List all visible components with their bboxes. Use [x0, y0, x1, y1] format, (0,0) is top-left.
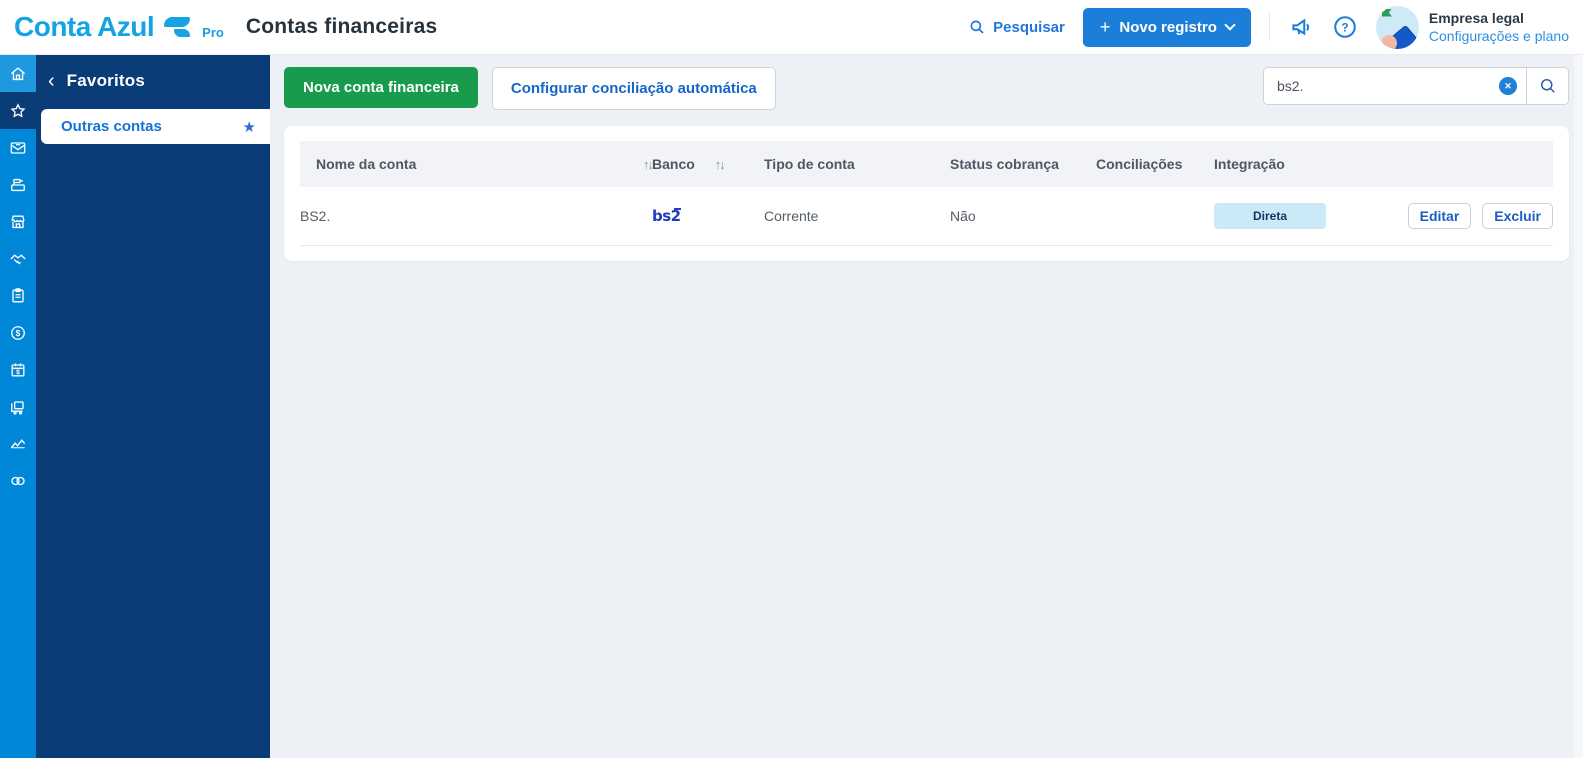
favorite-item-label: Outras contas: [61, 118, 162, 135]
sort-icon[interactable]: ↑↓: [643, 157, 652, 172]
main-content: Nova conta financeira Configurar concili…: [270, 55, 1583, 758]
new-record-button[interactable]: + Novo registro: [1083, 8, 1251, 47]
inventory-icon: [8, 397, 28, 417]
sidebar-item-inventory[interactable]: [0, 388, 36, 425]
chevron-left-icon: ‹: [48, 73, 55, 89]
page-title: Contas financeiras: [246, 15, 438, 39]
column-header-tipo: Tipo de conta: [764, 141, 950, 187]
contaazul-logo[interactable]: Conta Azul Pro: [14, 11, 224, 43]
actions-toolbar: Nova conta financeira Configurar concili…: [284, 67, 1569, 110]
sidebar-item-store[interactable]: [0, 203, 36, 240]
star-filled-icon[interactable]: ★: [243, 118, 256, 136]
megaphone-icon: [1288, 14, 1314, 40]
column-header-status: Status cobrança: [950, 141, 1096, 187]
conciliations-cell: [1096, 200, 1214, 232]
plus-icon: +: [1100, 20, 1111, 34]
money-icon: $: [8, 323, 28, 343]
favorites-title: Favoritos: [67, 71, 145, 91]
reports-icon: [8, 434, 28, 454]
handshake-icon: [8, 249, 28, 269]
store-icon: [8, 212, 28, 232]
sidebar-icon-rail: $ $: [0, 55, 36, 758]
integration-badge: Direta: [1214, 203, 1326, 229]
svg-text:$: $: [16, 369, 20, 376]
clear-search-button[interactable]: ✕: [1499, 77, 1517, 95]
global-search-button[interactable]: Pesquisar: [968, 18, 1065, 36]
chevron-down-icon: [1224, 19, 1235, 30]
divider: [1269, 13, 1270, 41]
sidebar-item-notes[interactable]: [0, 277, 36, 314]
logo-wordmark: Conta Azul: [14, 11, 154, 43]
sidebar-item-favorites[interactable]: [0, 92, 36, 129]
account-type-cell: Corrente: [764, 192, 950, 240]
favorites-back[interactable]: ‹ Favoritos: [36, 55, 270, 103]
top-bar: Conta Azul Pro Contas financeiras Pesqui…: [0, 0, 1583, 55]
sidebar-item-reports[interactable]: [0, 425, 36, 462]
announcements-button[interactable]: [1288, 14, 1314, 40]
new-record-label: Novo registro: [1119, 19, 1217, 36]
accounts-table-card: Nome da conta ↑↓ Banco ↑↓ Tipo de conta …: [284, 126, 1569, 261]
sidebar-item-outras-contas[interactable]: Outras contas ★: [41, 109, 270, 144]
favorites-panel: ‹ Favoritos Outras contas ★: [36, 55, 270, 758]
column-header-integracao: Integração: [1214, 141, 1372, 187]
sidebar-item-cash-register[interactable]: [0, 166, 36, 203]
star-icon: [8, 101, 28, 121]
sidebar-item-integrations[interactable]: [0, 462, 36, 499]
avatar: [1376, 6, 1419, 49]
clear-icon: ✕: [1504, 81, 1512, 91]
billing-status-cell: Não: [950, 192, 1096, 240]
column-header-conciliacoes: Conciliações: [1096, 141, 1214, 187]
account-name-cell: BS2.: [300, 192, 652, 240]
sidebar-item-inbox[interactable]: [0, 129, 36, 166]
configure-reconciliation-button[interactable]: Configurar conciliação automática: [492, 67, 776, 110]
sidebar-item-home[interactable]: [0, 55, 36, 92]
clipboard-icon: [8, 286, 28, 306]
edit-button[interactable]: Editar: [1408, 203, 1472, 229]
search-submit-button[interactable]: [1526, 68, 1568, 104]
settings-plan-link[interactable]: Configurações e plano: [1429, 27, 1569, 45]
pro-badge: Pro: [202, 25, 224, 40]
sidebar-item-money[interactable]: $: [0, 314, 36, 351]
table-header-row: Nome da conta ↑↓ Banco ↑↓ Tipo de conta …: [300, 141, 1553, 187]
sidebar-item-partners[interactable]: [0, 240, 36, 277]
contaazul-leaf-icon: [164, 17, 190, 37]
bs2-bank-logo: bs2: [652, 207, 681, 225]
search-input[interactable]: [1264, 68, 1526, 104]
link-icon: [8, 471, 28, 491]
home-icon: [8, 64, 28, 84]
cash-register-icon: [8, 175, 28, 195]
global-search-label: Pesquisar: [993, 19, 1065, 36]
help-button[interactable]: ?: [1332, 14, 1358, 40]
delete-button[interactable]: Excluir: [1482, 203, 1553, 229]
account-menu[interactable]: Empresa legal Configurações e plano: [1376, 6, 1569, 49]
column-header-banco: Banco: [652, 156, 695, 172]
sidebar-item-billing[interactable]: $: [0, 351, 36, 388]
sort-icon[interactable]: ↑↓: [715, 157, 724, 172]
vertical-scrollbar[interactable]: [1574, 55, 1583, 758]
billing-calendar-icon: $: [8, 360, 28, 380]
company-name: Empresa legal: [1429, 9, 1569, 27]
svg-text:$: $: [16, 327, 21, 337]
search-icon: [1538, 76, 1558, 96]
svg-text:?: ?: [1341, 20, 1348, 34]
inbox-icon: [8, 138, 28, 158]
table-search: ✕: [1263, 67, 1569, 105]
search-icon: [968, 18, 986, 36]
help-icon: ?: [1332, 14, 1358, 40]
table-row: BS2. bs2 Corrente Não Direta Editar Excl…: [300, 187, 1553, 246]
new-financial-account-button[interactable]: Nova conta financeira: [284, 67, 478, 108]
column-header-nome: Nome da conta: [316, 156, 416, 172]
